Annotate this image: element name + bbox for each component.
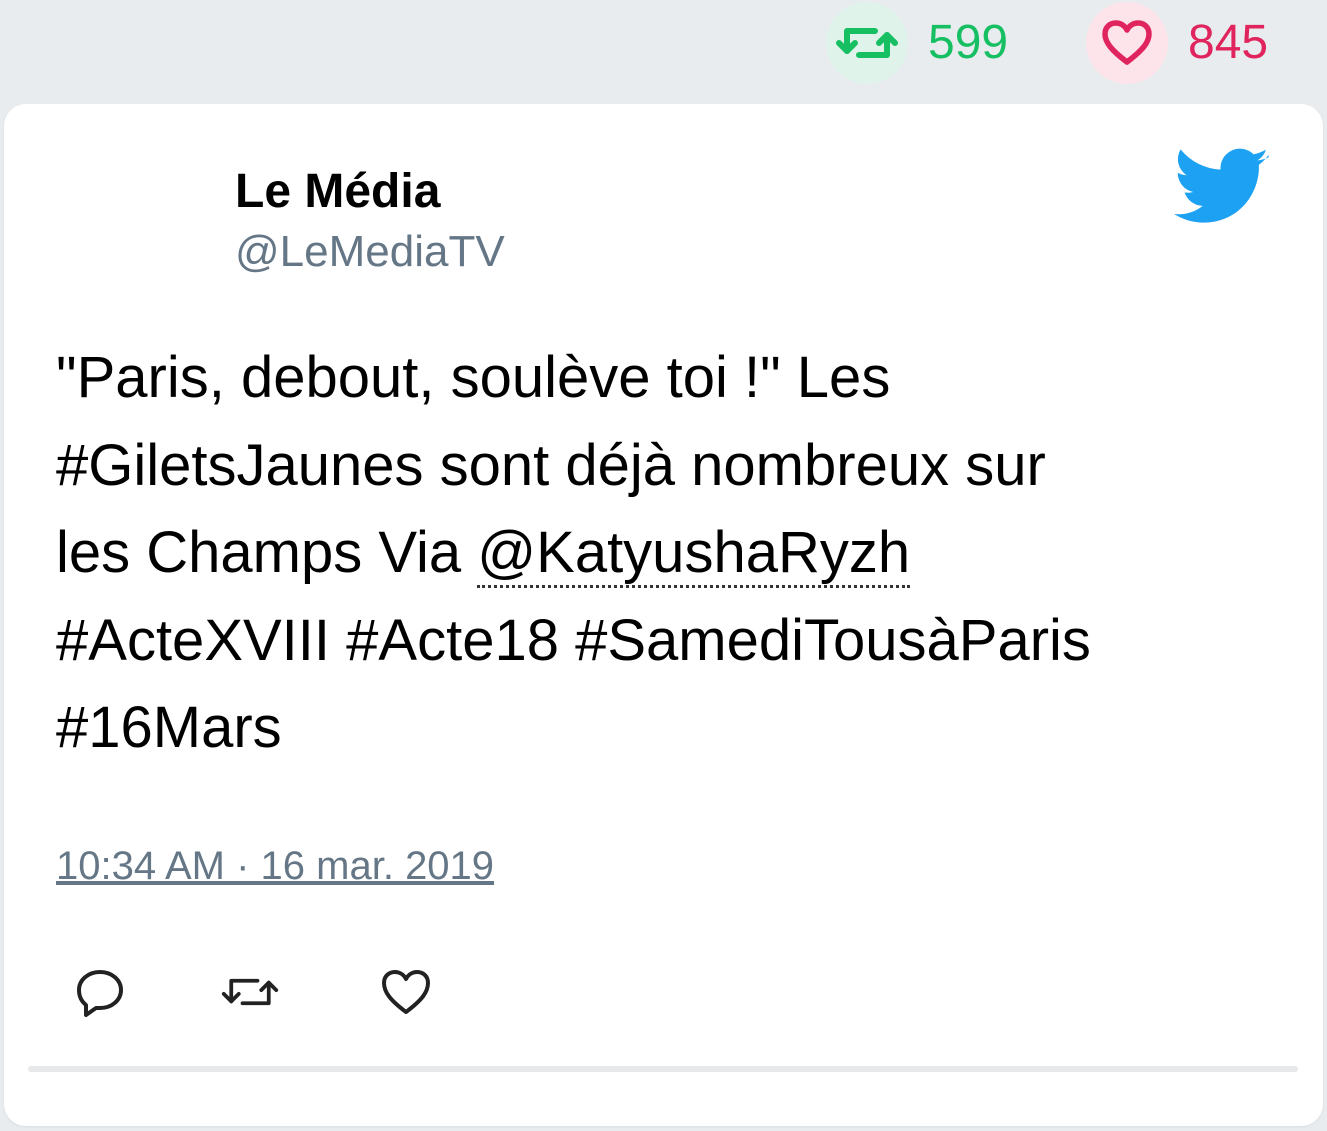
tweet-text-line: #16Mars: [56, 695, 282, 760]
engagement-stats: 599 845: [0, 0, 1327, 90]
tweet-text-line: #GiletsJaunes sont déjà nombreux sur: [56, 432, 1046, 498]
twitter-bird-icon[interactable]: [1174, 148, 1270, 226]
author-handle[interactable]: @LeMediaTV: [235, 230, 505, 274]
like-count: 845: [1188, 16, 1269, 69]
retweet-icon: [221, 978, 279, 1006]
tweet-text: "Paris, debout, soulève toi !" Les #Gilet…: [56, 334, 1286, 772]
author-name[interactable]: Le Média: [235, 168, 440, 216]
retweet-stat[interactable]: 599: [826, 0, 1008, 86]
mention-link[interactable]: @KatyushaRyzh: [477, 520, 911, 588]
tweet-text-line: "Paris, debout, soulève toi !" Les: [56, 345, 891, 410]
avatar[interactable]: [56, 156, 206, 306]
like-stat[interactable]: 845: [1086, 0, 1268, 86]
heart-icon: [1086, 2, 1168, 84]
like-button[interactable]: [376, 962, 436, 1022]
action-bar: [56, 962, 556, 1022]
reply-icon: [77, 970, 123, 1017]
heart-icon: [382, 970, 430, 1014]
tweet-card: Le Média @LeMediaTV "Paris, debout, soul…: [4, 104, 1323, 1126]
reply-button[interactable]: [70, 962, 130, 1022]
tweet-text-line: #ActeXVIII #Acte18 #SamediTousàParis: [56, 607, 1091, 673]
retweet-count: 599: [928, 16, 1009, 69]
tweet-text-line: les Champs Via: [56, 520, 478, 585]
retweet-button[interactable]: [220, 962, 280, 1022]
retweet-icon: [826, 2, 908, 84]
divider: [28, 1066, 1298, 1072]
timestamp-link[interactable]: 10:34 AM · 16 mar. 2019: [56, 846, 494, 886]
